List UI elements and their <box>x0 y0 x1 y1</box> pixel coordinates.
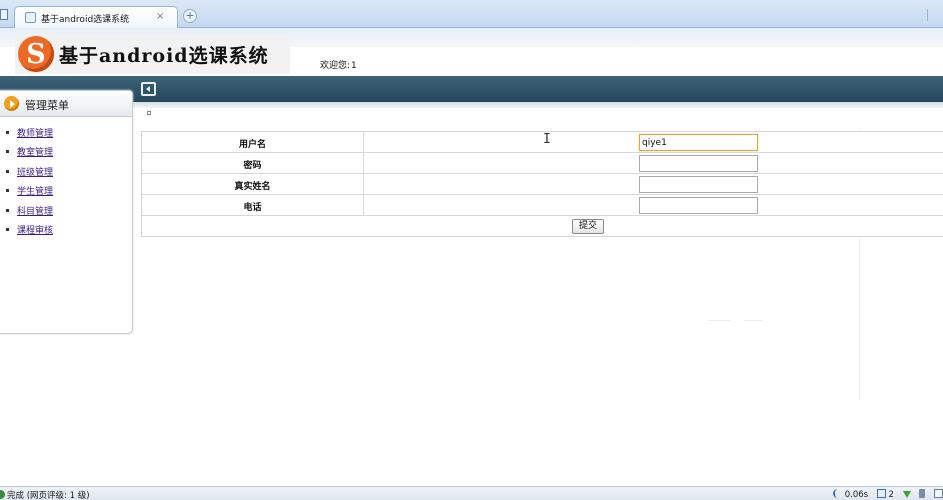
sidebar-link-subjects[interactable]: 科目管理 <box>17 207 53 217</box>
page-favicon-icon <box>25 12 36 23</box>
status-sound[interactable] <box>919 489 926 500</box>
nav-sub-bar <box>0 102 943 108</box>
sidebar-link-students[interactable]: 学生管理 <box>17 187 53 197</box>
form-label-cell: 用户名 <box>142 132 364 152</box>
submit-button[interactable]: 提交 <box>572 219 604 234</box>
welcome-label: 欢迎您: <box>320 61 351 71</box>
user-edit-form: 用户名 密码 真实姓名 电话 提交 <box>141 131 943 237</box>
sidebar-link-teachers[interactable]: 教师管理 <box>17 129 53 139</box>
status-windows[interactable]: 2 <box>876 489 894 500</box>
browser-tab-bar: 基于android选课系统 × + <box>0 0 943 28</box>
username-label: 用户名 <box>238 140 266 150</box>
sound-icon <box>919 489 926 498</box>
grid-icon <box>934 489 943 498</box>
download-icon <box>902 491 911 498</box>
load-time: 0.06s <box>844 490 869 500</box>
add-tab-icon[interactable]: + <box>183 9 197 23</box>
phone-label: 电话 <box>243 203 262 213</box>
welcome-message: 欢迎您:1 <box>320 58 357 71</box>
status-zoom[interactable] <box>934 489 943 500</box>
sidebar-link-classes[interactable]: 班级管理 <box>17 168 53 178</box>
form-row-password: 密码 <box>142 153 943 174</box>
form-submit-row: 提交 <box>142 216 943 237</box>
sidebar-header: 管理菜单 <box>0 91 132 117</box>
page-loaded-icon <box>0 490 5 499</box>
sidebar-item-students: 学生管理 <box>5 184 53 203</box>
status-right: 0.06s 2 <box>827 489 943 500</box>
tab-close-icon[interactable]: × <box>156 11 164 22</box>
status-left: 完成 (网页评级: 1 级) <box>0 489 90 500</box>
top-nav-bar <box>0 76 943 102</box>
realname-input[interactable] <box>639 176 758 193</box>
browser-tab-title: 基于android选课系统 <box>41 15 130 25</box>
window-menu-icon[interactable] <box>0 9 8 20</box>
status-speed[interactable]: 0.06s <box>833 489 868 500</box>
frame-indicator-icon <box>147 111 151 115</box>
sidebar-item-teachers: 教师管理 <box>5 126 53 145</box>
browser-status-bar: 完成 (网页评级: 1 级) 0.06s 2 <box>0 486 943 500</box>
text-cursor-icon: I <box>543 132 551 147</box>
welcome-username: 1 <box>351 61 357 71</box>
sidebar-item-subjects: 科目管理 <box>5 204 53 223</box>
browser-tab-active[interactable]: 基于android选课系统 × <box>14 6 178 28</box>
status-text: 完成 (网页评级: 1 级) <box>7 491 90 500</box>
form-label-cell: 电话 <box>142 195 364 215</box>
form-label-cell: 真实姓名 <box>142 174 364 194</box>
background-artifact <box>744 320 762 321</box>
site-logo: S 基于android选课系统 <box>15 34 290 74</box>
window-count: 2 <box>888 490 894 500</box>
sidebar-item-classes: 班级管理 <box>5 165 53 184</box>
browser-window: 基于android选课系统 × + S 基于android选课系统 欢迎您:1 … <box>0 0 943 500</box>
status-download[interactable] <box>902 490 911 500</box>
realname-label: 真实姓名 <box>234 182 271 192</box>
collapse-sidebar-icon[interactable] <box>141 82 156 96</box>
sidebar: 管理菜单 教师管理 教室管理 班级管理 学生管理 科目管理 课程审核 <box>0 90 133 334</box>
logo-letter: S <box>26 39 46 70</box>
form-label-cell: 密码 <box>142 153 364 173</box>
site-header: S 基于android选课系统 欢迎您:1 <box>0 28 943 76</box>
password-input[interactable] <box>639 155 758 172</box>
arrow-right-circle-icon <box>4 96 19 111</box>
sidebar-link-course-review[interactable]: 课程审核 <box>17 226 53 236</box>
sidebar-item-classrooms: 教室管理 <box>5 145 53 164</box>
sidebar-title: 管理菜单 <box>25 99 69 112</box>
speed-icon <box>833 489 842 498</box>
form-row-phone: 电话 <box>142 195 943 216</box>
username-input[interactable] <box>639 134 758 151</box>
password-label: 密码 <box>243 161 262 171</box>
sidebar-link-classrooms[interactable]: 教室管理 <box>17 148 53 158</box>
logo-icon: S <box>18 36 54 72</box>
form-row-realname: 真实姓名 <box>142 174 943 195</box>
browser-tools[interactable] <box>927 9 943 21</box>
window-icon <box>876 489 886 498</box>
sidebar-item-course-review: 课程审核 <box>5 223 53 242</box>
system-title: 基于android选课系统 <box>59 45 269 67</box>
background-artifact <box>708 320 730 321</box>
phone-input[interactable] <box>639 197 758 214</box>
sidebar-menu: 教师管理 教室管理 班级管理 学生管理 科目管理 课程审核 <box>5 126 53 242</box>
